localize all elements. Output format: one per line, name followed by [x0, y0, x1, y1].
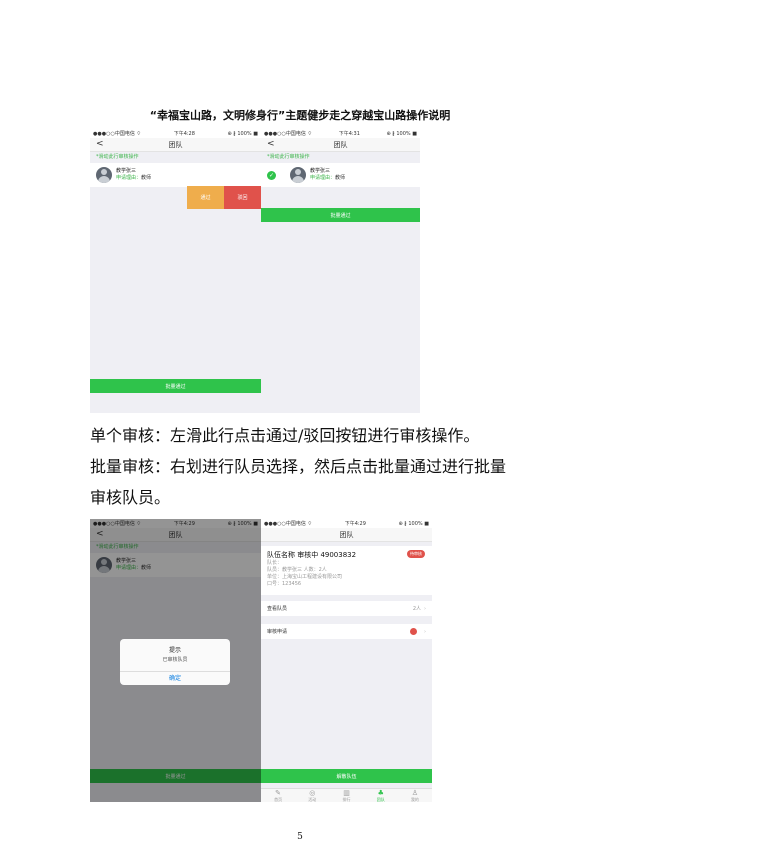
dialog-ok-button[interactable]: 确定 — [120, 671, 230, 685]
nav-title: 团队 — [168, 140, 183, 149]
alert-dialog: 提示 已审核队员 确定 — [120, 639, 230, 685]
view-members-row[interactable]: 查看队员 2人 › — [261, 601, 432, 616]
status-bar: ●●●○○中国电信 ⌔ 下午4:28 ⊕ ∦ 100% ■ — [90, 129, 261, 138]
tab-bar: ✎ 首页 ◎ 活动 ▥ 排行 ♣ 团队 ♙ 我的 — [261, 788, 432, 802]
team-name: 队伍名称 审核中 49003832 — [267, 551, 357, 559]
swipe-hint: *滑动此行审核操作 — [90, 152, 261, 163]
chevron-right-icon: › — [424, 605, 426, 612]
member-name: 教学张三 — [310, 168, 331, 174]
paragraph-single-review: 单个审核：左滑此行点击通过/驳回按钮进行审核操作。 — [90, 426, 480, 445]
status-badge: 待审核 — [407, 550, 425, 558]
home-icon: ✎ — [275, 788, 282, 797]
review-requests-row[interactable]: 审核申请 › — [261, 624, 432, 639]
status-bar: ●●●○○中国电信 ⌔ 下午4:31 ⊕ ∦ 100% ■ — [261, 129, 420, 138]
member-row[interactable]: 教学张三 申请理由：教师 — [90, 163, 261, 187]
dialog-title: 提示 — [168, 647, 181, 654]
back-icon[interactable]: < — [267, 139, 275, 149]
member-row-selected[interactable]: ✓ 教学张三 申请理由：教师 — [261, 163, 420, 187]
nav-title: 团队 — [333, 140, 348, 149]
team-icon: ♣ — [377, 788, 384, 797]
paragraph-batch-review-cont: 审核队员。 — [90, 488, 171, 507]
dissolve-team-button[interactable]: 解散队伍 — [261, 769, 432, 783]
member-name: 教学张三 — [116, 168, 137, 174]
activity-icon: ◎ — [309, 788, 316, 797]
notification-dot-icon — [410, 628, 417, 635]
tab-mine[interactable]: ♙ 我的 — [398, 789, 432, 802]
swipe-hint: *滑动此行审核操作 — [261, 152, 420, 163]
paragraph-batch-review: 批量审核：右划进行队员选择，然后点击批量通过进行批量 — [90, 457, 507, 476]
team-card: 队伍名称 审核中 49003832 待审核 队长： 队员：教学张三 人数：2人 … — [261, 546, 432, 595]
tab-team[interactable]: ♣ 团队 — [364, 789, 398, 802]
nav-bar: < 团队 — [261, 138, 420, 152]
avatar-icon — [290, 167, 306, 183]
reject-button[interactable]: 驳回 — [224, 186, 261, 209]
tab-activity[interactable]: ◎ 活动 — [295, 789, 329, 802]
nav-bar: < 团队 — [90, 138, 261, 152]
batch-pass-button[interactable]: 批量通过 — [90, 379, 261, 393]
batch-pass-button[interactable]: 批量通过 — [261, 208, 420, 222]
dialog-message: 已审核队员 — [162, 657, 188, 663]
status-bar: ●●●○○中国电信 ⌔ 下午4:29 ⊕ ∦ 100% ■ — [261, 519, 432, 528]
chevron-right-icon: › — [424, 628, 426, 635]
document-title: “幸福宝山路，文明修身行”主题健步走之穿越宝山路操作说明 — [149, 109, 451, 122]
nav-title: 团队 — [339, 530, 354, 539]
nav-bar: 团队 — [261, 528, 432, 542]
screenshot-batch-select: ●●●○○中国电信 ⌔ 下午4:31 ⊕ ∦ 100% ■ < 团队 *滑动此行… — [261, 129, 420, 413]
back-icon[interactable]: < — [96, 139, 104, 149]
screenshot-single-review: ●●●○○中国电信 ⌔ 下午4:28 ⊕ ∦ 100% ■ < 团队 *滑动此行… — [90, 129, 261, 413]
swipe-actions: 通过 驳回 — [187, 186, 261, 209]
avatar-icon — [96, 167, 112, 183]
check-icon[interactable]: ✓ — [267, 170, 276, 180]
ranking-icon: ▥ — [343, 788, 350, 797]
member-reason: 申请理由：教师 — [310, 175, 346, 181]
pass-button[interactable]: 通过 — [187, 186, 224, 209]
screenshot-review-dialog: ●●●○○中国电信 ⌔ 下午4:29 ⊕ ∦ 100% ■ < 团队 *滑动此行… — [90, 519, 261, 802]
page-number: 5 — [297, 832, 303, 841]
tab-home[interactable]: ✎ 首页 — [261, 789, 295, 802]
user-icon: ♙ — [411, 788, 419, 797]
screenshot-team-detail: ●●●○○中国电信 ⌔ 下午4:29 ⊕ ∦ 100% ■ 团队 队伍名称 审核… — [261, 519, 432, 802]
member-reason: 申请理由：教师 — [116, 175, 152, 181]
tab-ranking[interactable]: ▥ 排行 — [329, 789, 363, 802]
